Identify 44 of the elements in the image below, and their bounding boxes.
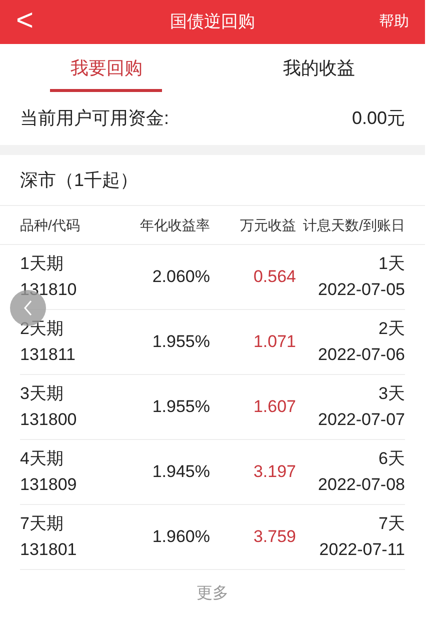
income-value: 3.759 bbox=[252, 526, 296, 548]
term-name: 4天期 bbox=[20, 448, 64, 470]
income-value: 0.564 bbox=[252, 266, 296, 288]
section-title: 深市（1千起） bbox=[19, 168, 140, 192]
more-link[interactable]: 更多 bbox=[196, 582, 228, 606]
interest-days: 2天 bbox=[378, 316, 405, 342]
income-value: 1.607 bbox=[252, 396, 296, 418]
interest-days: 1天 bbox=[378, 251, 405, 277]
chevron-left-icon bbox=[23, 300, 33, 316]
funds-value: 0.00元 bbox=[352, 107, 405, 130]
column-header: 品种/代码 bbox=[20, 216, 81, 234]
tab[interactable]: 我的收益 bbox=[212, 44, 425, 92]
settlement-date: 2022-07-11 bbox=[319, 539, 405, 561]
settlement-date: 2022-07-05 bbox=[318, 279, 405, 301]
bond-code: 131800 bbox=[20, 409, 78, 431]
income-value: 1.071 bbox=[252, 331, 296, 354]
page-title: 国债逆回购 bbox=[170, 11, 255, 34]
bond-code: 131801 bbox=[20, 539, 78, 561]
settlement-date: 2022-07-08 bbox=[318, 474, 405, 496]
interest-days: 3天 bbox=[378, 381, 405, 407]
settlement-date: 2022-07-06 bbox=[318, 344, 405, 366]
income-value: 3.197 bbox=[252, 461, 296, 484]
term-name: 7天期 bbox=[20, 513, 64, 535]
back-button[interactable]: < bbox=[16, 6, 34, 36]
annual-rate: 1.955% bbox=[151, 331, 210, 354]
column-header: 万元收益 bbox=[239, 216, 296, 234]
annual-rate: 1.960% bbox=[151, 526, 210, 548]
settlement-date: 2022-07-07 bbox=[318, 409, 405, 431]
help-button[interactable]: 帮助 bbox=[379, 10, 409, 34]
interest-days: 7天 bbox=[378, 511, 405, 537]
funds-label: 当前用户可用资金: bbox=[20, 107, 170, 130]
annual-rate: 2.060% bbox=[151, 266, 210, 288]
tab[interactable]: 我要回购 bbox=[0, 44, 212, 92]
annual-rate: 1.955% bbox=[151, 396, 210, 418]
interest-days: 6天 bbox=[378, 446, 405, 472]
bond-code: 131810 bbox=[20, 279, 78, 301]
bond-code: 131809 bbox=[20, 474, 78, 496]
column-header: 年化收益率 bbox=[139, 216, 210, 234]
annual-rate: 1.945% bbox=[151, 461, 210, 484]
column-header: 计息天数/到账日 bbox=[302, 216, 405, 234]
term-name: 2天期 bbox=[20, 318, 64, 340]
term-name: 3天期 bbox=[20, 383, 64, 405]
term-name: 1天期 bbox=[20, 253, 64, 275]
bond-code: 131811 bbox=[20, 344, 76, 366]
